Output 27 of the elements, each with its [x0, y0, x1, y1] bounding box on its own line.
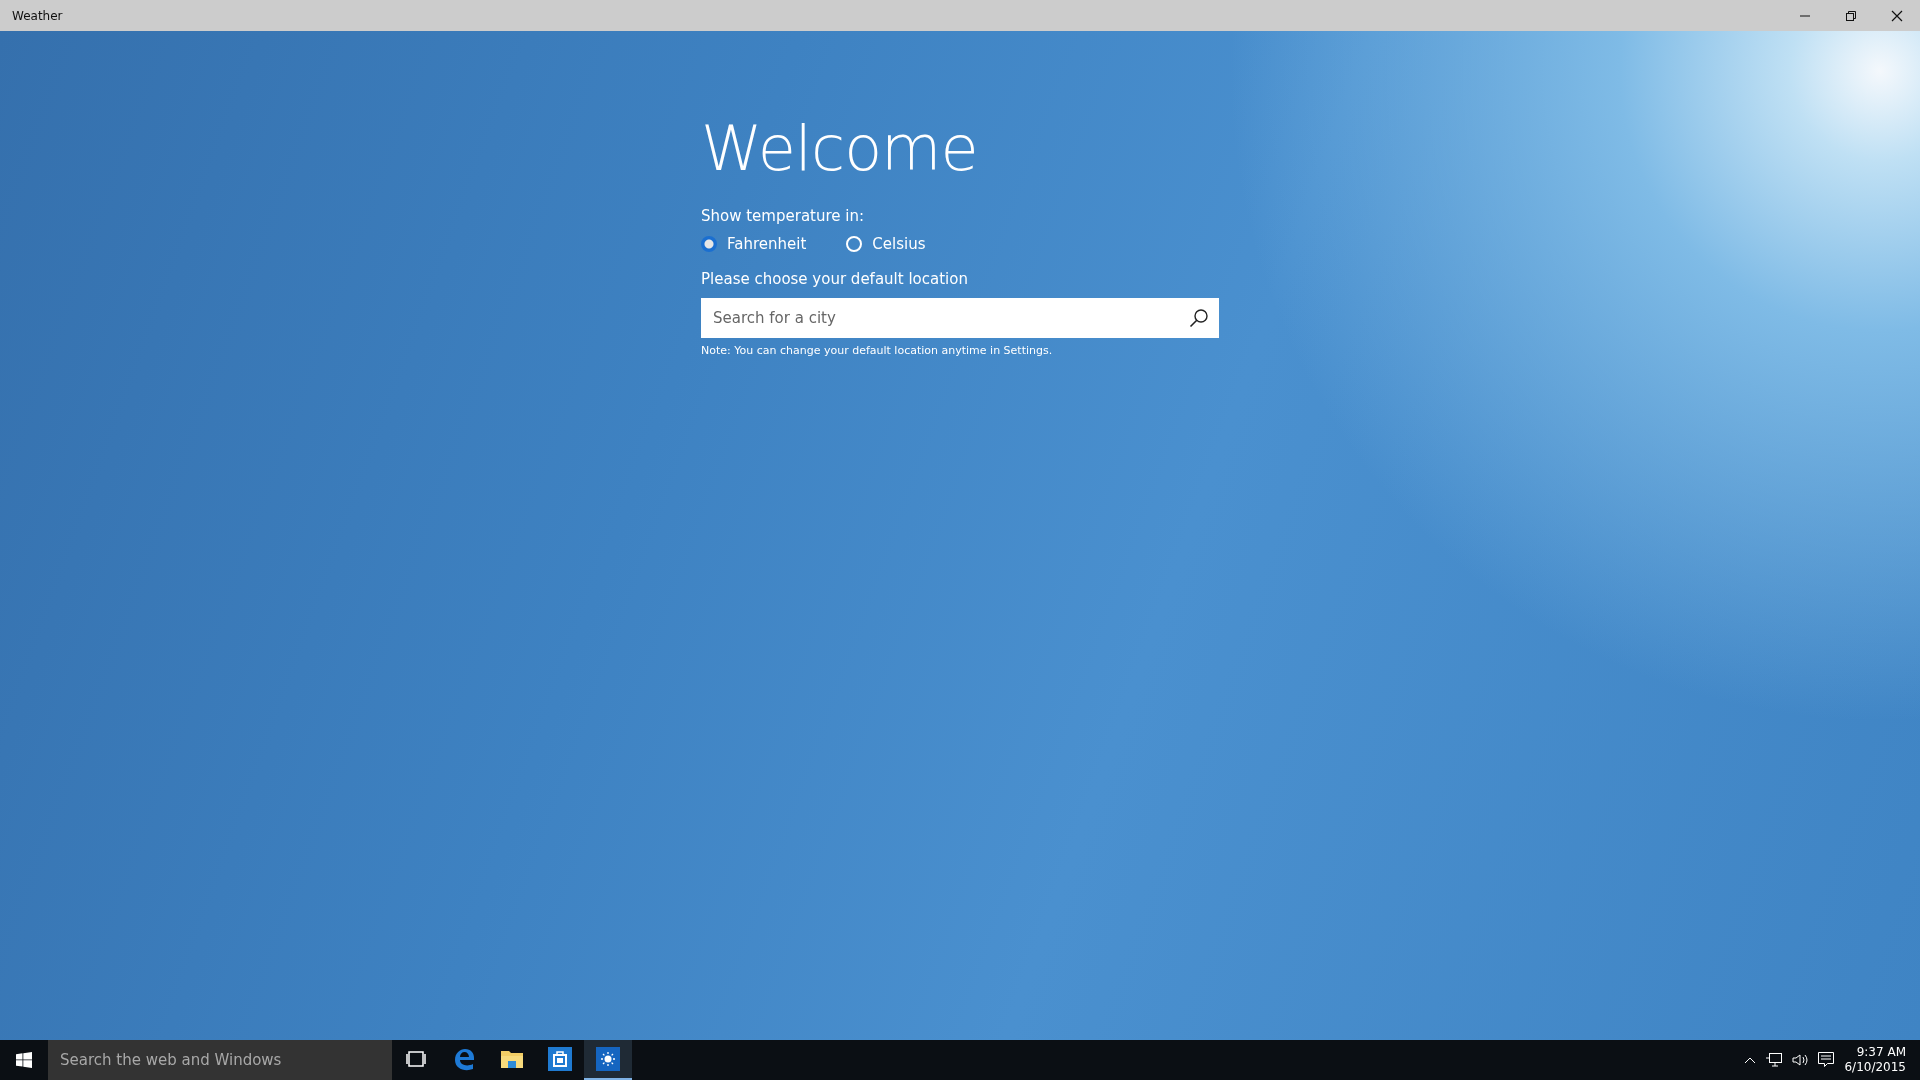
unit-radio[interactable]: Celsius	[846, 235, 926, 253]
note-text: Note: You can change your default location anytime in Settings.	[701, 344, 1054, 357]
monitor-icon[interactable]	[1766, 1053, 1783, 1067]
unit-radio[interactable]: Fahrenheit	[701, 235, 807, 253]
sun-icon	[596, 1047, 620, 1071]
taskbar-search-field[interactable]: Search the web and Windows	[48, 1040, 392, 1080]
task-view-icon	[406, 1051, 426, 1067]
shopping-bag-icon	[548, 1047, 572, 1071]
radio-label: Fahrenheit	[727, 235, 807, 253]
folder-icon	[500, 1049, 524, 1069]
clock-time[interactable]: 9:37 AM	[1856, 1045, 1906, 1060]
taskbar-app-button[interactable]	[584, 1040, 632, 1080]
restore-icon	[1846, 10, 1856, 21]
window-title: Weather	[12, 8, 64, 23]
unit-label: Show temperature in:	[701, 207, 866, 225]
speaker-icon[interactable]	[1792, 1053, 1809, 1067]
close-icon	[1891, 9, 1903, 22]
radio-label: Celsius	[872, 235, 926, 253]
windows-logo-icon	[16, 1052, 32, 1068]
radio-indicator[interactable]	[701, 236, 717, 252]
message-icon[interactable]	[1818, 1052, 1835, 1068]
chevron-up-icon[interactable]	[1744, 1056, 1757, 1064]
welcome-heading: Welcome	[701, 111, 979, 187]
clock-date[interactable]: 6/10/2015	[1844, 1060, 1906, 1075]
location-label: Please choose your default location	[701, 270, 969, 288]
edge-browser-icon	[452, 1047, 476, 1071]
search-icon[interactable]	[1189, 308, 1209, 328]
